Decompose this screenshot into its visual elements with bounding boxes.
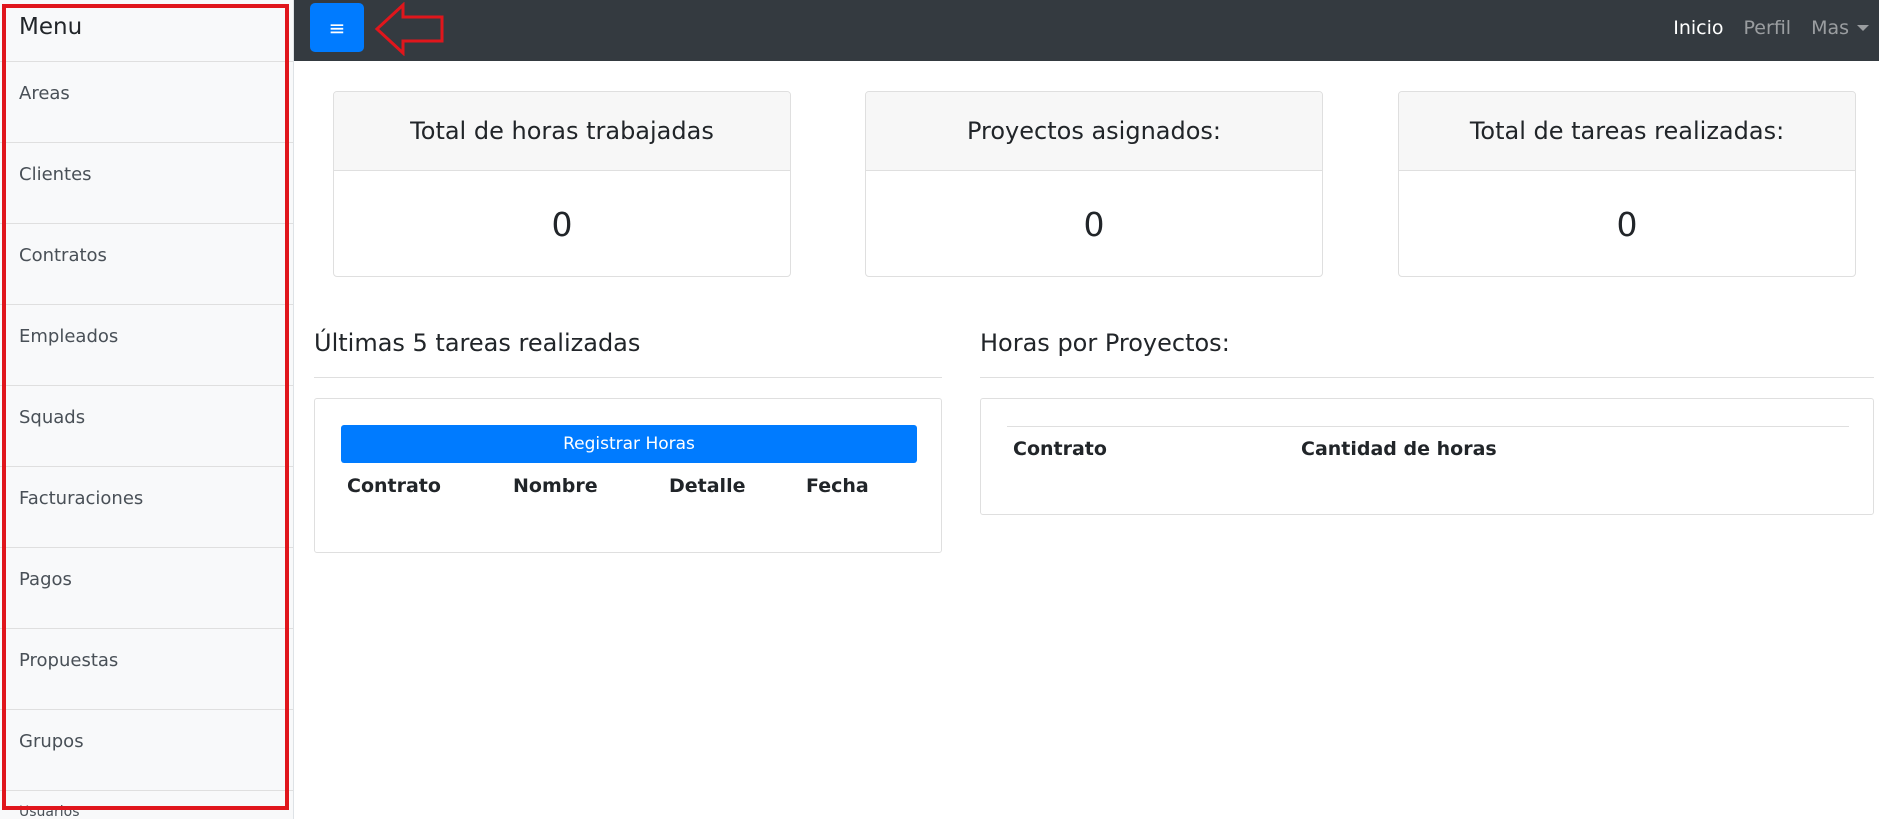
nav-link-inicio[interactable]: Inicio — [1673, 17, 1723, 39]
stat-card-title: Total de horas trabajadas — [334, 92, 790, 171]
column-header-fecha: Fecha — [806, 475, 869, 497]
sidebar-toggle-button[interactable]: ≡ — [310, 3, 364, 52]
stat-card-value: 0 — [551, 204, 573, 244]
nav-dropdown-label: Mas — [1811, 16, 1849, 39]
sidebar-item-usuarios[interactable]: Usuarios — [19, 804, 80, 820]
stat-card-projects: Proyectos asignados: 0 — [865, 91, 1323, 277]
sidebar-item-pagos[interactable]: Pagos — [0, 548, 293, 629]
annotation-arrow-icon — [374, 2, 444, 56]
divider — [314, 377, 942, 378]
nav-dropdown-mas[interactable]: Mas — [1811, 17, 1869, 39]
stat-card-hours: Total de horas trabajadas 0 — [333, 91, 791, 277]
column-header-detalle: Detalle — [669, 475, 746, 497]
stat-card-tasks: Total de tareas realizadas: 0 — [1398, 91, 1856, 277]
sidebar-item-grupos[interactable]: Grupos — [0, 710, 293, 791]
sidebar-item-empleados[interactable]: Empleados — [0, 305, 293, 386]
caret-down-icon — [1857, 25, 1869, 31]
tasks-panel: Registrar Horas Contrato Nombre Detalle … — [314, 398, 942, 553]
top-navbar: ≡ Inicio Perfil Mas — [294, 0, 1879, 61]
register-hours-button[interactable]: Registrar Horas — [341, 425, 917, 463]
stat-card-value: 0 — [1083, 204, 1105, 244]
hamburger-icon: ≡ — [328, 15, 346, 40]
sidebar-item-clientes[interactable]: Clientes — [0, 143, 293, 224]
sidebar-item-squads[interactable]: Squads — [0, 386, 293, 467]
divider — [980, 377, 1874, 378]
sidebar-item-propuestas[interactable]: Propuestas — [0, 629, 293, 710]
sidebar-item-facturaciones[interactable]: Facturaciones — [0, 467, 293, 548]
nav-link-perfil[interactable]: Perfil — [1744, 17, 1792, 39]
table-top-border — [1007, 426, 1849, 427]
stat-card-value: 0 — [1616, 204, 1638, 244]
column-header-nombre: Nombre — [513, 475, 598, 497]
sidebar-item-areas[interactable]: Areas — [0, 62, 293, 143]
tasks-section-title: Últimas 5 tareas realizadas — [314, 329, 641, 357]
projects-panel: Contrato Cantidad de horas — [980, 398, 1874, 515]
sidebar-title: Menu — [0, 0, 293, 62]
sidebar: Menu Areas Clientes Contratos Empleados … — [0, 0, 294, 820]
sidebar-item-contratos[interactable]: Contratos — [0, 224, 293, 305]
stat-card-title: Proyectos asignados: — [866, 92, 1322, 171]
nav-links: Inicio Perfil Mas — [1653, 0, 1869, 55]
stat-card-title: Total de tareas realizadas: — [1399, 92, 1855, 171]
projects-section-title: Horas por Proyectos: — [980, 329, 1230, 357]
column-header-contrato: Contrato — [347, 475, 441, 497]
column-header-cantidad-horas: Cantidad de horas — [1301, 438, 1497, 460]
column-header-contrato: Contrato — [1013, 438, 1107, 460]
